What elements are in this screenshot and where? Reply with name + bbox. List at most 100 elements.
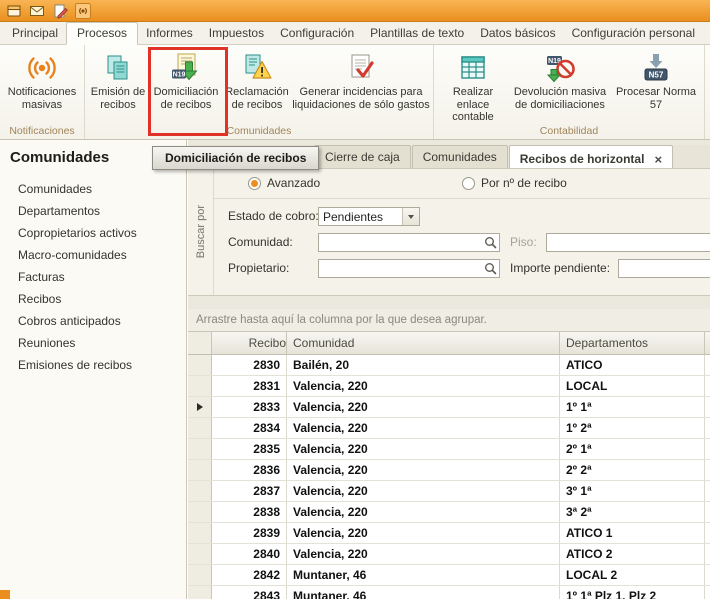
broadcast-icon bbox=[26, 49, 58, 86]
cell-comunidad: Valencia, 220 bbox=[287, 376, 560, 396]
ribbon-button-procesar-norma-57[interactable]: N57 Procesar Norma 57 bbox=[610, 45, 702, 124]
sidebar-item-comunidades[interactable]: Comunidades bbox=[0, 178, 186, 200]
piso-input[interactable] bbox=[546, 233, 710, 252]
sidebar-item-facturas[interactable]: Facturas bbox=[0, 266, 186, 288]
document-tab-cierre-de-caja[interactable]: Cierre de caja bbox=[314, 145, 411, 168]
ribbon-button-label: Notificaciones masivas bbox=[2, 86, 82, 111]
cell-recibo: 2842 bbox=[212, 565, 287, 585]
grid-header-departamentos[interactable]: Departamentos bbox=[560, 332, 705, 354]
document-tab-comunidades[interactable]: Comunidades bbox=[412, 145, 508, 168]
svg-text:N57: N57 bbox=[649, 70, 664, 79]
window-icon[interactable] bbox=[6, 3, 22, 19]
sidebar-item-macro-comunidades[interactable]: Macro-comunidades bbox=[0, 244, 186, 266]
cell-partial bbox=[705, 544, 710, 564]
radio-por-numero-de-recibo[interactable]: Por nº de recibo bbox=[462, 176, 567, 190]
sidebar-item-recibos[interactable]: Recibos bbox=[0, 288, 186, 310]
ribbon: Notificaciones masivas Notificaciones Em… bbox=[0, 45, 710, 140]
row-indicator bbox=[188, 502, 212, 522]
search-icon[interactable] bbox=[482, 234, 499, 251]
mail-icon[interactable] bbox=[29, 3, 45, 19]
sidebar-item-departamentos[interactable]: Departamentos bbox=[0, 200, 186, 222]
ribbon-button-reclamacion-de-recibos[interactable]: Reclamación de recibos bbox=[223, 45, 291, 124]
radio-avanzado[interactable]: Avanzado bbox=[248, 176, 320, 190]
row-indicator bbox=[188, 397, 212, 417]
document-tab-label: Recibos de horizontal bbox=[520, 152, 645, 166]
cell-departamento: 1º 1ª bbox=[560, 397, 705, 417]
ribbon-tab-configuracion-personal[interactable]: Configuración personal bbox=[564, 23, 703, 44]
ribbon-tab-impuestos[interactable]: Impuestos bbox=[201, 23, 272, 44]
row-indicator bbox=[188, 376, 212, 396]
ribbon-tab-configuracion[interactable]: Configuración bbox=[272, 23, 362, 44]
cell-recibo: 2843 bbox=[212, 586, 287, 599]
ribbon-tab-informes[interactable]: Informes bbox=[138, 23, 201, 44]
ribbon-button-notificaciones-masivas[interactable]: Notificaciones masivas bbox=[2, 45, 82, 124]
claim-warning-icon bbox=[241, 49, 273, 86]
sidebar-item-copropietarios-activos[interactable]: Copropietarios activos bbox=[0, 222, 186, 244]
cell-recibo: 2830 bbox=[212, 355, 287, 375]
search-icon[interactable] bbox=[482, 260, 499, 277]
titlebar bbox=[0, 0, 710, 22]
grid-header-comunidad[interactable]: Comunidad bbox=[287, 332, 560, 354]
table-row[interactable]: 2830 Bailén, 20 ATICO bbox=[188, 355, 710, 376]
ribbon-tab-datos-basicos[interactable]: Datos básicos bbox=[472, 23, 563, 44]
cell-departamento: 1º 1ª Plz 1, Plz 2 bbox=[560, 586, 705, 599]
cell-partial bbox=[705, 586, 710, 599]
sidebar-item-cobros-anticipados[interactable]: Cobros anticipados bbox=[0, 310, 186, 332]
ribbon-group-caption: Notificaciones bbox=[2, 124, 82, 139]
close-tab-icon[interactable]: × bbox=[654, 153, 662, 166]
table-row[interactable]: 2843 Muntaner, 46 1º 1ª Plz 1, Plz 2 bbox=[188, 586, 710, 599]
propietario-input[interactable] bbox=[318, 259, 500, 278]
cell-recibo: 2839 bbox=[212, 523, 287, 543]
table-row[interactable]: 2837 Valencia, 220 3º 1ª bbox=[188, 481, 710, 502]
estado-de-cobro-select[interactable]: Pendientes bbox=[318, 207, 420, 226]
row-indicator bbox=[188, 586, 212, 599]
ribbon-button-generar-incidencias[interactable]: Generar incidencias para liquidaciones d… bbox=[291, 45, 431, 124]
ribbon-group-contabilidad: Realizar enlace contable N19 Devolu bbox=[434, 45, 705, 139]
ribbon-button-emision-de-recibos[interactable]: Emisión de recibos bbox=[87, 45, 149, 124]
cell-comunidad: Valencia, 220 bbox=[287, 460, 560, 480]
grid-header-partial bbox=[705, 332, 710, 354]
norma57-icon: N57 bbox=[640, 49, 672, 86]
ribbon-button-devolucion-masiva[interactable]: N19 Devolución masiva de domiciliaciones bbox=[510, 45, 610, 124]
cell-departamento: LOCAL bbox=[560, 376, 705, 396]
sidebar-item-emisiones-de-recibos[interactable]: Emisiones de recibos bbox=[0, 354, 186, 376]
ribbon-tab-plantillas[interactable]: Plantillas de texto bbox=[362, 23, 472, 44]
radio-label: Avanzado bbox=[267, 176, 320, 190]
cell-comunidad: Valencia, 220 bbox=[287, 502, 560, 522]
cell-recibo: 2831 bbox=[212, 376, 287, 396]
ribbon-button-label: Procesar Norma 57 bbox=[610, 86, 702, 111]
cell-partial bbox=[705, 397, 710, 417]
broadcast-icon[interactable] bbox=[75, 3, 91, 19]
edit-icon[interactable] bbox=[52, 3, 68, 19]
cell-comunidad: Bailén, 20 bbox=[287, 355, 560, 375]
ribbon-tab-bar: Principal Procesos Informes Impuestos Co… bbox=[0, 22, 710, 45]
cell-partial bbox=[705, 439, 710, 459]
table-row[interactable]: 2835 Valencia, 220 2º 1ª bbox=[188, 439, 710, 460]
row-indicator bbox=[188, 355, 212, 375]
table-row[interactable]: 2840 Valencia, 220 ATICO 2 bbox=[188, 544, 710, 565]
table-row[interactable]: 2831 Valencia, 220 LOCAL bbox=[188, 376, 710, 397]
table-row[interactable]: 2836 Valencia, 220 2º 2ª bbox=[188, 460, 710, 481]
table-row-current[interactable]: 2833 Valencia, 220 1º 1ª bbox=[188, 397, 710, 418]
tooltip: Domiciliación de recibos bbox=[152, 146, 319, 170]
ribbon-button-realizar-enlace-contable[interactable]: Realizar enlace contable bbox=[436, 45, 510, 124]
sidebar-item-reuniones[interactable]: Reuniones bbox=[0, 332, 186, 354]
search-panel: Buscar por Avanzado Por nº de recibo Est… bbox=[188, 168, 710, 296]
table-row[interactable]: 2842 Muntaner, 46 LOCAL 2 bbox=[188, 565, 710, 586]
document-tab-recibos-de-horizontal[interactable]: Recibos de horizontal × bbox=[509, 145, 673, 168]
ribbon-tab-procesos[interactable]: Procesos bbox=[66, 22, 138, 45]
importe-pendiente-input[interactable] bbox=[618, 259, 710, 278]
table-row[interactable]: 2834 Valencia, 220 1º 2ª bbox=[188, 418, 710, 439]
cell-departamento: 2º 2ª bbox=[560, 460, 705, 480]
ribbon-button-domiciliacion-de-recibos[interactable]: N19 Domiciliación de recibos bbox=[149, 45, 223, 124]
table-row[interactable]: 2839 Valencia, 220 ATICO 1 bbox=[188, 523, 710, 544]
chevron-down-icon[interactable] bbox=[402, 208, 419, 225]
table-row[interactable]: 2838 Valencia, 220 3ª 2ª bbox=[188, 502, 710, 523]
grid-header-recibo[interactable]: Recibo bbox=[212, 332, 287, 354]
ribbon-tab-principal[interactable]: Principal bbox=[4, 23, 66, 44]
cell-partial bbox=[705, 481, 710, 501]
ribbon-group-caption: Contabilidad bbox=[436, 124, 702, 139]
radio-label: Por nº de recibo bbox=[481, 176, 567, 190]
comunidad-input[interactable] bbox=[318, 233, 500, 252]
cell-partial bbox=[705, 523, 710, 543]
